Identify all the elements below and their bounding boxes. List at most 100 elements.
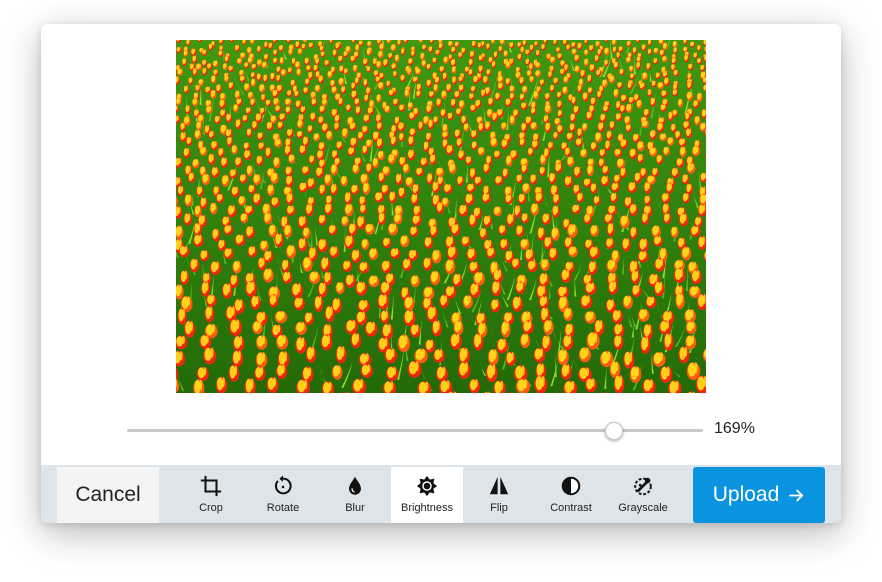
- tulip-flower: [461, 236, 471, 247]
- tulip-flower: [593, 195, 601, 206]
- tool-grayscale[interactable]: Grayscale: [607, 467, 679, 523]
- tulip-flower: [647, 48, 652, 56]
- tool-rotate[interactable]: Rotate: [247, 467, 319, 523]
- tulip-flower: [397, 334, 411, 353]
- tulip-flower: [426, 63, 432, 71]
- tulip-flower: [252, 192, 262, 206]
- tool-flip[interactable]: Flip: [463, 467, 535, 523]
- tulip-flower: [670, 123, 677, 133]
- tulip-flower: [392, 98, 400, 107]
- tulip-flower: [588, 63, 596, 73]
- tulip-flower: [330, 163, 338, 176]
- tulip-flower: [638, 238, 649, 253]
- tulip-flower: [387, 223, 399, 236]
- upload-button[interactable]: Upload: [693, 467, 825, 523]
- tulip-flower: [177, 308, 187, 325]
- tulip-flower: [399, 74, 406, 83]
- tulip-flower: [629, 366, 642, 384]
- tulip-flower: [247, 184, 256, 194]
- tulip-flower: [288, 154, 296, 164]
- crop-icon: [200, 475, 222, 497]
- tulip-flower: [320, 334, 333, 351]
- tulip-flower: [685, 183, 693, 195]
- tulip-flower: [520, 102, 528, 110]
- tulip-flower: [506, 213, 516, 227]
- tulip-flower: [407, 102, 414, 110]
- tulip-flower: [556, 91, 562, 99]
- rotate-icon: [275, 475, 292, 495]
- tulip-flower: [522, 320, 534, 335]
- tulip-flower: [318, 214, 327, 226]
- tulip-flower: [663, 333, 674, 351]
- image-preview: [176, 40, 706, 393]
- tulip-flower: [661, 55, 668, 63]
- tulip-flower: [176, 68, 184, 76]
- tulip-flower: [628, 96, 635, 104]
- tulip-flower: [262, 268, 274, 283]
- tulip-flower: [408, 249, 419, 261]
- tulip-flower: [675, 292, 685, 310]
- tulip-flower: [212, 60, 219, 68]
- tulip-flower: [606, 259, 618, 273]
- tulip-flower: [645, 62, 652, 71]
- tulip-flower: [232, 103, 239, 113]
- tulip-flower: [554, 162, 563, 174]
- tulip-flower: [247, 91, 254, 100]
- tulip-flower: [298, 182, 309, 193]
- tulip-flower: [469, 104, 477, 112]
- tulip-flower: [343, 68, 349, 75]
- tulip-flower: [531, 139, 540, 150]
- tulip-flower: [622, 295, 633, 309]
- tulip-flower: [464, 193, 475, 206]
- tulip-flower: [358, 40, 364, 47]
- tulip-flower: [397, 187, 406, 199]
- tool-crop[interactable]: Crop: [175, 467, 247, 523]
- tulip-flower: [314, 84, 321, 93]
- tulip-flower: [422, 257, 433, 271]
- tulip-flower: [403, 309, 416, 327]
- tulip-flower: [239, 75, 246, 83]
- tulip-flower: [449, 333, 462, 350]
- tulip-flower: [265, 99, 272, 107]
- tulip-flower: [619, 138, 628, 150]
- tulip-flower: [696, 92, 703, 102]
- tool-brightness[interactable]: Brightness: [391, 467, 463, 523]
- tulip-flower: [693, 52, 698, 59]
- tulip-flower: [530, 122, 538, 131]
- tool-blur[interactable]: Blur: [319, 467, 391, 523]
- tulip-flower: [275, 74, 281, 83]
- tool-contrast[interactable]: Contrast: [535, 467, 607, 523]
- tulip-flower: [458, 361, 471, 379]
- tulip-flower: [234, 44, 241, 52]
- tulip-flower: [481, 193, 491, 204]
- tulip-flower: [239, 52, 246, 59]
- tulip-flower: [179, 270, 190, 286]
- tulip-flower: [214, 115, 221, 124]
- tulip-flower: [199, 334, 212, 350]
- tulip-flower: [556, 124, 564, 134]
- tulip-flower: [436, 201, 445, 215]
- tulip-flower: [491, 112, 499, 122]
- tulip-flower: [493, 206, 502, 217]
- tulip-flower: [281, 259, 290, 273]
- tulip-flower: [482, 75, 489, 85]
- tulip-flower: [345, 104, 352, 112]
- tulip-flower: [270, 172, 279, 184]
- zoom-slider-thumb[interactable]: [604, 422, 623, 440]
- tulip-flower: [549, 84, 555, 93]
- tulip-flower: [350, 332, 362, 349]
- tulip-flower: [505, 77, 511, 86]
- tulip-flower: [246, 165, 254, 177]
- tulip-flower: [696, 44, 702, 52]
- tulip-flower: [411, 183, 420, 196]
- cancel-button[interactable]: Cancel: [57, 467, 159, 523]
- tulip-flower: [386, 366, 399, 381]
- tulip-flower: [324, 173, 333, 186]
- tulip-flower: [686, 81, 693, 90]
- tulip-flower: [199, 146, 208, 156]
- tulip-flower: [225, 128, 233, 139]
- tulip-flower: [329, 246, 340, 259]
- tulip-flower: [519, 93, 526, 102]
- tulip-flower: [613, 334, 624, 350]
- tulip-flower: [673, 69, 679, 77]
